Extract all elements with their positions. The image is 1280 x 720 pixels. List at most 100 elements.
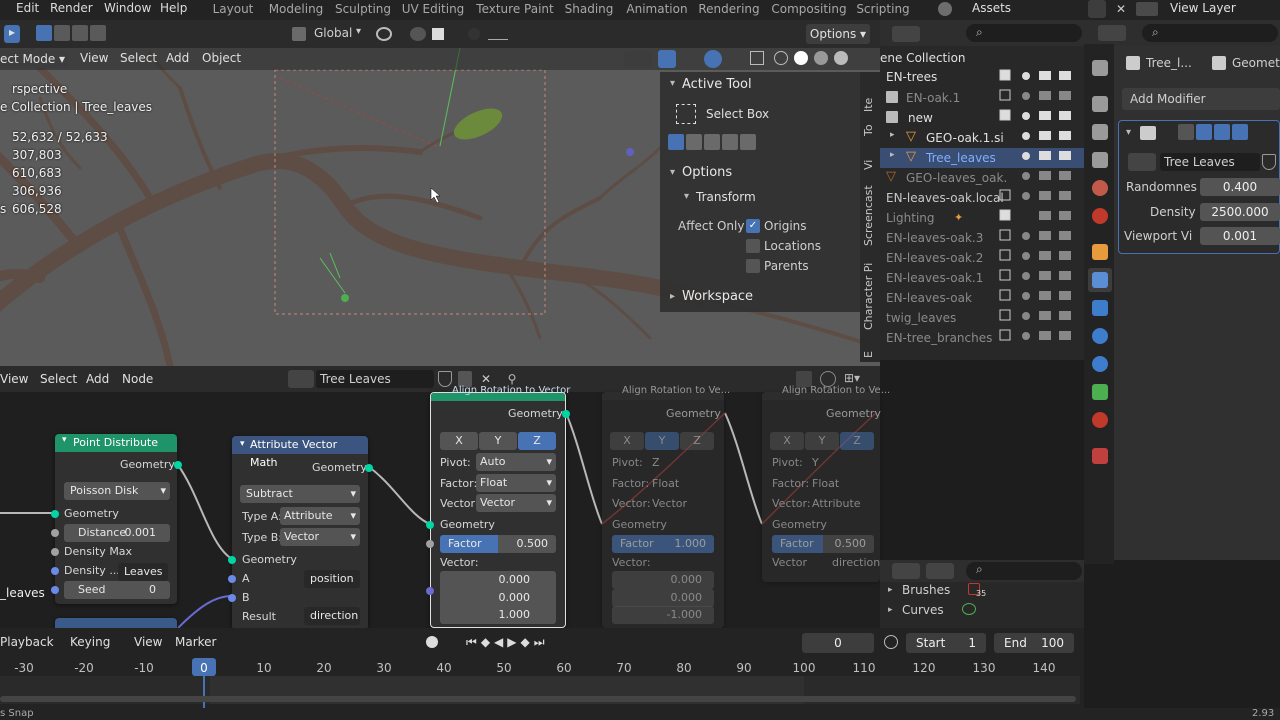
timeline-menu-view[interactable]: View (134, 635, 162, 649)
wrench-icon[interactable] (1092, 272, 1108, 288)
display-mode-icon[interactable] (892, 26, 920, 42)
axis-selector[interactable]: X Y Z (770, 432, 874, 450)
tab-uv-editing[interactable]: UV Editing (400, 0, 466, 20)
factor-slider[interactable]: Factor 0.500 (772, 535, 874, 553)
outliner-toggles[interactable] (996, 66, 1076, 348)
a-attr-field[interactable]: position (304, 570, 360, 588)
snap-icon[interactable] (410, 27, 426, 41)
brushes-search-input[interactable] (966, 562, 1082, 580)
tab-modeling[interactable]: Modeling (266, 0, 326, 20)
node-tree-icon[interactable] (1128, 153, 1156, 171)
vector-type-value[interactable]: Vector (652, 497, 687, 510)
axis-z[interactable]: Z (840, 432, 874, 450)
vector-attr-value[interactable]: direction (832, 556, 880, 569)
vector-z-field[interactable]: -1.000 (612, 606, 714, 624)
object-name[interactable]: Tree_l... (1146, 56, 1192, 70)
select-tool-icon[interactable]: ▸ (4, 25, 20, 43)
pivot-value[interactable]: Y (812, 456, 819, 469)
visibility-icon[interactable] (624, 51, 652, 67)
viewport-menu-add[interactable]: Add (166, 51, 189, 65)
snap-target-icon[interactable] (432, 28, 444, 40)
menu-window[interactable]: Window (104, 0, 151, 18)
collapse-arrow-icon[interactable]: ▾ (1126, 127, 1131, 138)
node-menu-add[interactable]: Add (86, 372, 109, 386)
close-icon[interactable]: ✕ (1112, 0, 1130, 18)
view-layer-label[interactable]: View Layer (1170, 0, 1236, 18)
assets-icon[interactable] (938, 2, 952, 16)
vector-z-field[interactable]: 1.000 (440, 606, 556, 624)
operation-dropdown[interactable]: Subtract ▾ (240, 485, 360, 503)
pivot-icon[interactable] (376, 27, 392, 41)
active-tool-header[interactable]: Active Tool (682, 77, 752, 92)
tab-compositing[interactable]: Compositing (770, 0, 848, 20)
falloff-icon[interactable] (488, 28, 508, 40)
wireframe-shading-icon[interactable] (774, 51, 788, 65)
origins-checkbox[interactable]: ✓ (746, 219, 760, 233)
current-frame-field[interactable]: 0 (802, 633, 874, 653)
transform-orient-dropdown[interactable]: Global (314, 26, 352, 40)
input-socket[interactable] (228, 594, 236, 602)
type-a-dropdown[interactable]: Attribute ▾ (280, 507, 360, 525)
axis-z[interactable]: Z (518, 432, 556, 450)
output-tab-icon[interactable] (1092, 124, 1108, 140)
viewport-vis-field[interactable]: 0.001 (1200, 227, 1280, 245)
brushes-label[interactable]: Brushes (902, 583, 950, 597)
factor-slider[interactable]: Factor 1.000 (612, 535, 714, 553)
tab-character[interactable]: Character Pi (862, 258, 875, 330)
render-tab-icon[interactable] (1092, 96, 1108, 112)
next-key-icon[interactable]: ◆ (521, 635, 530, 649)
solid-shading-icon[interactable] (794, 51, 808, 65)
display-mode-icon[interactable] (892, 563, 920, 579)
scene-tab-icon[interactable] (1092, 180, 1108, 196)
data-tab-icon[interactable] (1092, 384, 1108, 400)
parents-checkbox[interactable] (746, 259, 760, 273)
expand-arrow-icon[interactable]: ▸ (890, 150, 895, 160)
tab-layout[interactable]: Layout (206, 0, 260, 20)
tool-tab-icon[interactable] (1092, 60, 1108, 76)
vector-y-field[interactable]: 0.000 (440, 589, 556, 607)
xray-icon[interactable] (750, 51, 764, 65)
output-socket[interactable] (562, 410, 570, 418)
axis-selector[interactable]: X Y Z (440, 432, 556, 450)
copy-icon[interactable] (1088, 0, 1106, 18)
axis-y[interactable]: Y (805, 432, 839, 450)
mode-dropdown[interactable]: ect Mode ▾ (0, 50, 68, 68)
density-field[interactable]: 2500.000 (1200, 203, 1280, 221)
factor-type-value[interactable]: Float (812, 477, 839, 490)
outliner-search-input[interactable] (966, 24, 1082, 42)
input-socket[interactable] (51, 529, 59, 537)
input-socket[interactable] (51, 567, 59, 575)
node-menu-view[interactable]: View (0, 372, 28, 386)
filter-icon[interactable] (926, 563, 954, 579)
node-menu-node[interactable]: Node (122, 372, 153, 386)
axis-y[interactable]: Y (479, 432, 517, 450)
add-modifier-button[interactable]: Add Modifier (1122, 88, 1280, 110)
output-socket[interactable] (174, 461, 182, 469)
timeline-menu-keying[interactable]: Keying (70, 635, 110, 649)
clock-icon[interactable] (884, 635, 898, 649)
input-socket[interactable] (228, 575, 236, 583)
vector-type-dropdown[interactable]: Vector ▾ (476, 494, 556, 512)
tool-mode-icons[interactable] (668, 134, 764, 152)
viewport-menu-object[interactable]: Object (202, 51, 241, 65)
curves-label[interactable]: Curves (902, 603, 944, 617)
axis-z[interactable]: Z (680, 432, 714, 450)
input-socket[interactable] (426, 587, 434, 595)
vector-y-field[interactable]: 0.000 (612, 589, 714, 607)
select-mode-icons[interactable] (36, 25, 116, 43)
properties-type-icon[interactable] (1098, 25, 1126, 41)
tab-scripting[interactable]: Scripting (856, 0, 910, 20)
workspace-header[interactable]: Workspace (682, 289, 753, 304)
collapse-arrow-icon[interactable]: ▾ (62, 435, 67, 445)
vector-x-field[interactable]: 0.000 (612, 571, 714, 589)
node-group-field[interactable]: Tree Leaves (1160, 153, 1260, 171)
node-tree-field[interactable]: Tree Leaves (316, 370, 434, 388)
playback-controls[interactable]: ⏮ ◆ ◀ ▶ ◆ ⏭ (466, 632, 588, 652)
geometry-label[interactable]: Geometr (1232, 56, 1280, 70)
pivot-value[interactable]: Z (652, 456, 660, 469)
rendered-shading-icon[interactable] (834, 51, 848, 65)
constraints-tab-icon[interactable] (1092, 356, 1108, 372)
distance-field[interactable]: Distance 0.001 (64, 524, 170, 542)
modifier-toggle-icons[interactable] (1178, 124, 1260, 142)
play-reverse-icon[interactable]: ◀ (494, 635, 503, 649)
